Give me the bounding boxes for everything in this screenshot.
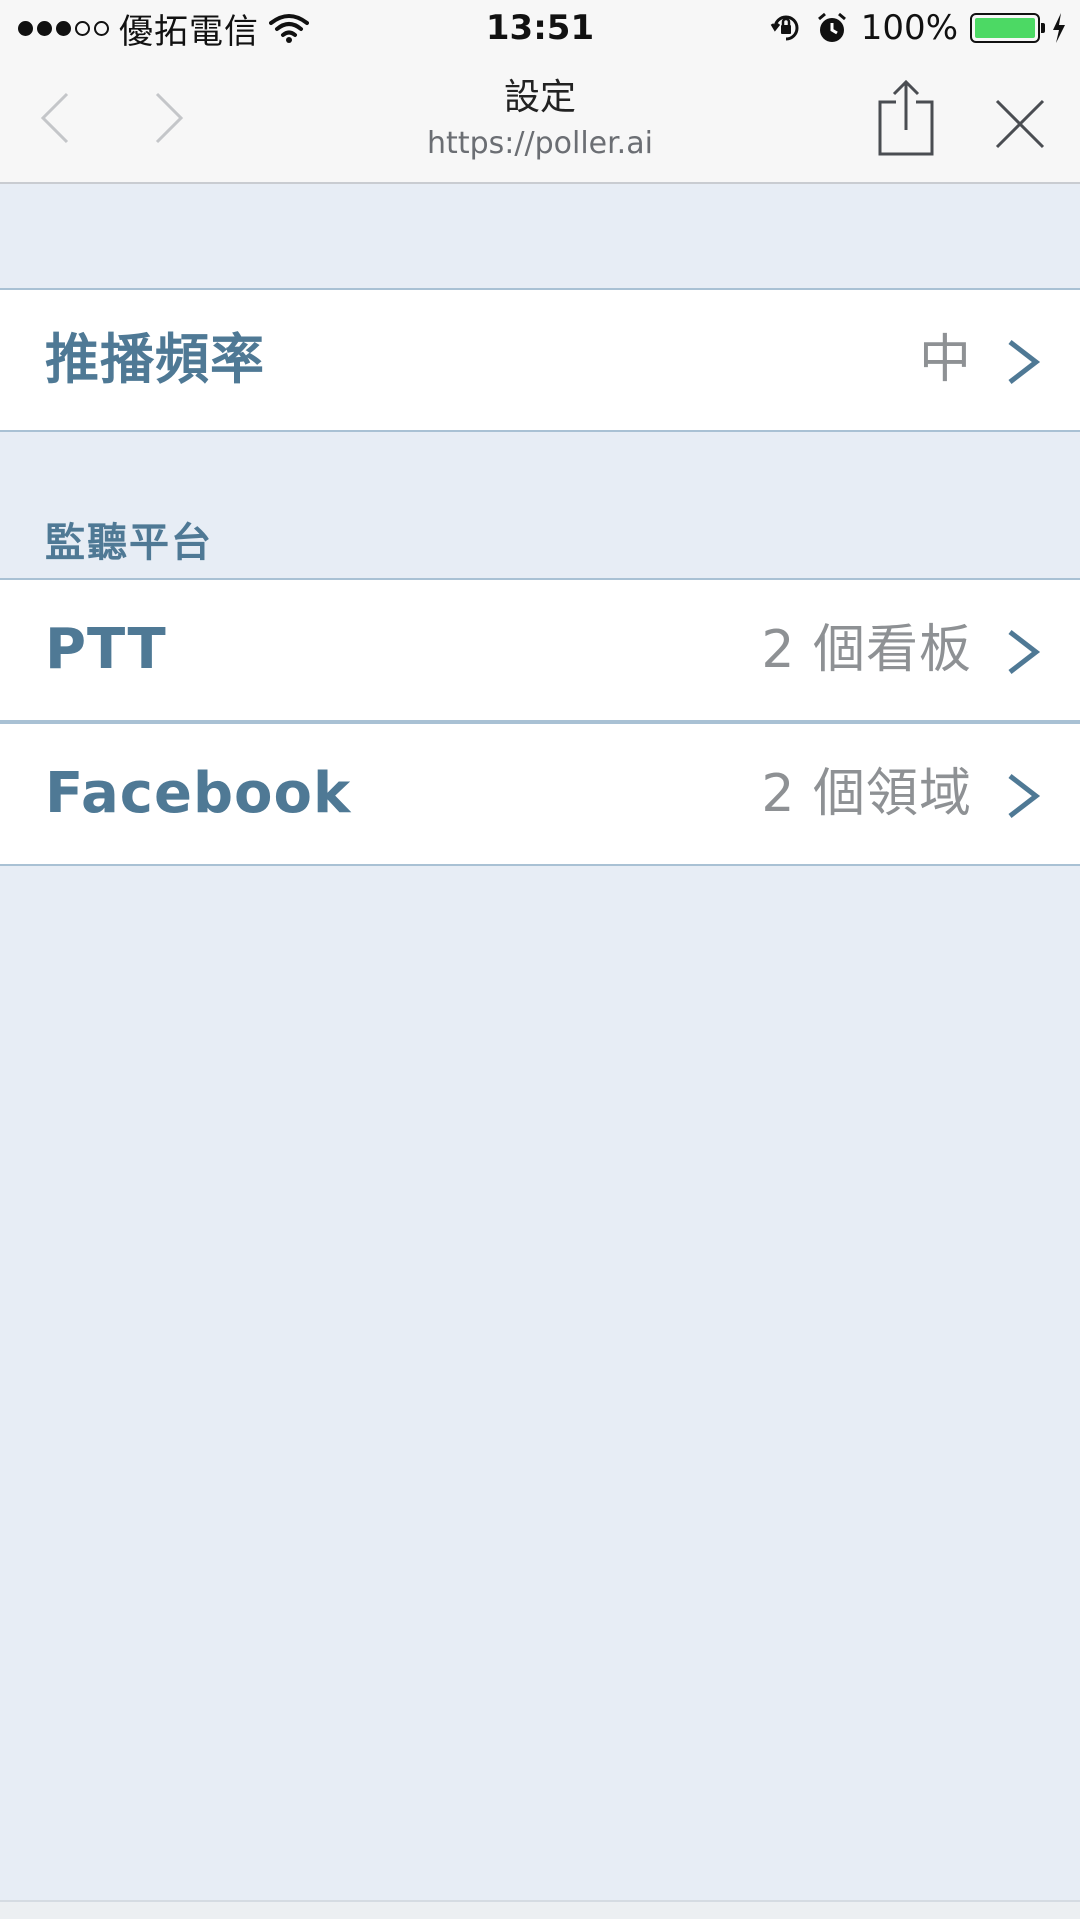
platform-value: 2 個看板: [761, 620, 972, 680]
push-frequency-value: 中: [918, 330, 972, 390]
platform-value: 2 個領域: [761, 764, 972, 824]
share-button[interactable]: [874, 76, 938, 160]
platform-label: PTT: [45, 617, 167, 682]
battery-level: [975, 18, 1035, 38]
chevron-right-icon: [1008, 630, 1041, 674]
share-icon: [878, 79, 934, 156]
push-frequency-label: 推播頻率: [45, 328, 265, 391]
platform-label: Facebook: [45, 761, 352, 826]
close-icon: [995, 99, 1045, 149]
battery-icon: [970, 13, 1045, 43]
chevron-right-icon: [1008, 340, 1041, 384]
settings-content: 推播頻率 中 監聽平台 PTT 2 個看板 Facebook 2 個領域: [0, 184, 1080, 1900]
status-bar: 優拓電信 13:51 100%: [0, 0, 1080, 56]
close-button[interactable]: [990, 94, 1050, 154]
carrier-name: 優拓電信: [119, 11, 259, 52]
orientation-lock-icon: [770, 15, 799, 41]
platform-row-facebook[interactable]: Facebook 2 個領域: [0, 722, 1080, 866]
bottom-toolbar-edge: [0, 1900, 1080, 1919]
alarm-icon: [817, 12, 846, 42]
charging-bolt-icon: [1053, 13, 1065, 43]
wifi-icon: [269, 14, 309, 43]
section-title-platforms: 監聽平台: [45, 520, 213, 566]
browser-navbar: 設定 https://poller.ai: [0, 56, 1080, 184]
chevron-right-icon: [1008, 774, 1041, 818]
platform-row-ptt[interactable]: PTT 2 個看板: [0, 578, 1080, 722]
status-left: 優拓電信: [18, 6, 309, 52]
push-frequency-row[interactable]: 推播頻率 中: [0, 288, 1080, 432]
battery-percent: 100%: [860, 8, 958, 48]
signal-strength-icon: [18, 20, 109, 36]
status-right: 100%: [769, 6, 1066, 50]
